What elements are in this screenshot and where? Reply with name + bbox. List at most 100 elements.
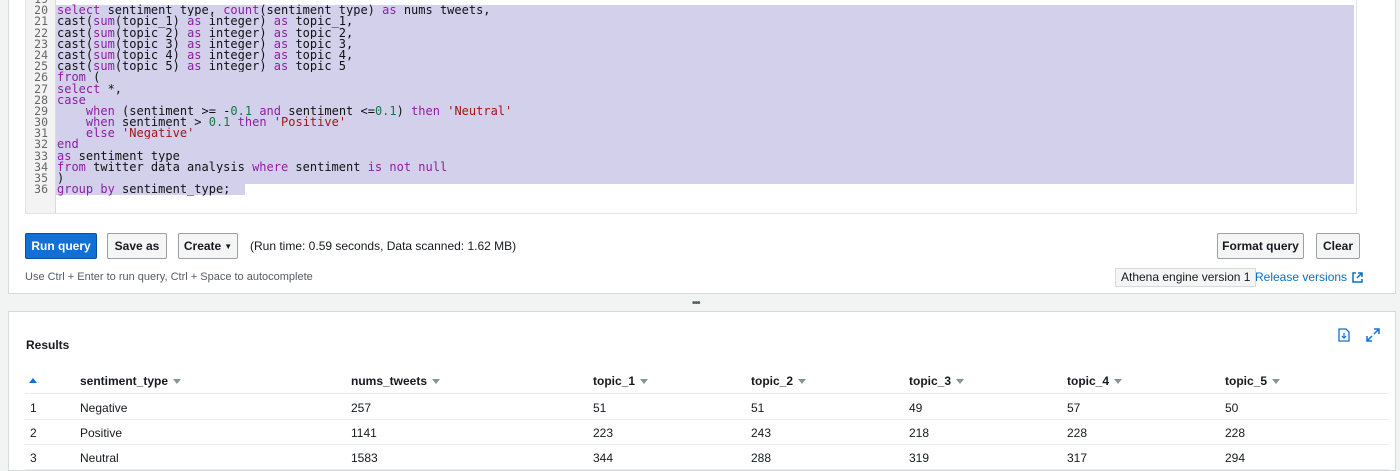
column-header-label: topic_4 <box>1067 374 1110 388</box>
code-line[interactable]: 27 select *, <box>26 81 1356 96</box>
code-token: ) <box>396 103 412 118</box>
column-header-label: topic_2 <box>751 374 794 388</box>
table-cell: 319 <box>909 451 930 465</box>
column-header-label: nums_tweets <box>351 374 428 388</box>
column-header-label: sentiment_type <box>80 374 169 388</box>
column-header[interactable]: topic_3 <box>909 374 965 388</box>
code-token: (topic_5) <box>114 59 188 74</box>
code-token: else <box>85 126 115 141</box>
sql-editor[interactable]: 1920select sentiment_type, count(sentime… <box>25 0 1357 214</box>
table-cell: 223 <box>593 426 614 440</box>
release-versions-label: Release versions <box>1255 270 1348 284</box>
code-line[interactable]: 32 end <box>26 138 1356 151</box>
column-header-label: topic_5 <box>1225 374 1268 388</box>
clear-button[interactable]: Clear <box>1316 233 1360 259</box>
code-line[interactable]: 26 from ( <box>26 71 1356 84</box>
expand-icon[interactable] <box>1366 328 1380 347</box>
keyboard-hint: Use Ctrl + Enter to run query, Ctrl + Sp… <box>25 271 313 283</box>
code-line[interactable]: 25 cast(sum(topic_5) as integer) as topic… <box>26 59 1356 74</box>
row-index: 3 <box>30 451 37 465</box>
code-token: as <box>382 3 397 18</box>
code-token: twitter_data_analysis <box>85 159 253 174</box>
code-line[interactable]: 34 from twitter_data_analysis where senti… <box>26 159 1356 174</box>
code-token: 0.1 <box>208 115 231 130</box>
code-token: nums_tweets, <box>396 3 491 18</box>
format-query-button[interactable]: Format query <box>1217 233 1304 259</box>
code-token: 'Negative' <box>122 126 195 141</box>
table-row[interactable]: 3 Neutral 1583 344 288 319 317 294 <box>25 445 1389 470</box>
code-text[interactable]: end <box>56 138 1354 151</box>
code-text[interactable]: cast(sum(topic_5) as integer) as topic_5 <box>56 59 1354 74</box>
column-header[interactable]: topic_4 <box>1067 374 1123 388</box>
code-line[interactable]: 36 group by sentiment_type; <box>26 182 1356 197</box>
engine-version-badge: Athena engine version 1 <box>1115 268 1257 287</box>
download-csv-icon[interactable] <box>1338 328 1350 347</box>
table-cell: 218 <box>909 426 930 440</box>
column-header[interactable]: nums_tweets <box>351 374 441 388</box>
create-dropdown-button[interactable]: Create ▼ <box>178 233 238 259</box>
code-text[interactable]: from ( <box>56 71 1354 84</box>
code-line[interactable]: 31 else 'Negative' <box>26 126 1356 141</box>
column-header[interactable]: sentiment_type <box>80 374 182 388</box>
line-number: 36 <box>34 182 48 197</box>
chevron-down-icon: ▼ <box>224 242 233 251</box>
run-info-text: (Run time: 0.59 seconds, Data scanned: 1… <box>250 239 517 253</box>
table-cell: 51 <box>751 401 765 415</box>
sort-ascending-icon[interactable] <box>29 378 37 383</box>
results-panel: Results sentiment_type nums_tweets topic… <box>8 311 1396 471</box>
code-token: by <box>100 182 115 197</box>
code-token: then <box>237 115 267 130</box>
table-cell: 57 <box>1067 401 1081 415</box>
code-token: sentiment_type; <box>114 182 245 197</box>
code-token: 'Positive' <box>273 115 347 130</box>
table-cell: 257 <box>351 401 372 415</box>
sql-code[interactable]: 1920select sentiment_type, count(sentime… <box>26 0 1356 197</box>
code-token: is <box>367 159 383 174</box>
table-cell: 228 <box>1067 426 1088 440</box>
code-token: topic_5 <box>288 59 347 74</box>
table-cell: 49 <box>909 401 923 415</box>
table-cell: 50 <box>1225 401 1239 415</box>
sort-caret-icon <box>640 379 649 384</box>
column-header[interactable]: topic_1 <box>593 374 649 388</box>
run-query-button[interactable]: Run query <box>25 233 97 259</box>
table-cell: 294 <box>1225 451 1246 465</box>
sort-caret-icon <box>432 379 441 384</box>
release-versions-link[interactable]: Release versions <box>1255 270 1363 286</box>
code-token: as <box>273 59 289 74</box>
code-text[interactable]: ) <box>56 172 1354 185</box>
column-header[interactable]: topic_5 <box>1225 374 1281 388</box>
column-header-label: topic_1 <box>593 374 636 388</box>
external-link-icon <box>1352 272 1363 286</box>
code-token: 'Neutral' <box>447 103 513 118</box>
code-line[interactable]: 30 when sentiment > 0.1 then 'Positive' <box>26 115 1356 130</box>
code-text[interactable]: from twitter_data_analysis where sentime… <box>56 159 1354 174</box>
table-cell: 228 <box>1225 426 1246 440</box>
table-cell: 344 <box>593 451 614 465</box>
table-cell: Positive <box>80 426 123 440</box>
table-row[interactable]: 1 Negative 257 51 51 49 57 50 <box>25 395 1389 420</box>
create-button-label: Create <box>183 239 222 253</box>
row-index: 2 <box>30 426 37 440</box>
sort-caret-icon <box>1114 379 1123 384</box>
table-row[interactable]: 2 Positive 1141 223 243 218 228 228 <box>25 420 1389 445</box>
sort-caret-icon <box>173 379 182 384</box>
table-cell: 1583 <box>351 451 378 465</box>
code-token: group <box>57 182 94 197</box>
code-token: sentiment <box>288 159 368 174</box>
code-text[interactable]: when sentiment > 0.1 then 'Positive' <box>56 115 1354 130</box>
column-header[interactable]: topic_2 <box>751 374 807 388</box>
code-token: integer) <box>201 59 274 74</box>
code-text[interactable]: select *, <box>56 81 1354 96</box>
resize-handle-icon[interactable]: ••• <box>692 298 700 309</box>
code-text[interactable]: else 'Negative' <box>56 126 1354 141</box>
table-cell: 317 <box>1067 451 1088 465</box>
code-token: *, <box>100 81 123 96</box>
code-token: 0.1 <box>374 103 397 118</box>
code-token: null <box>418 159 448 174</box>
save-as-button[interactable]: Save as <box>107 233 167 259</box>
code-text[interactable]: group by sentiment_type; <box>56 182 245 197</box>
